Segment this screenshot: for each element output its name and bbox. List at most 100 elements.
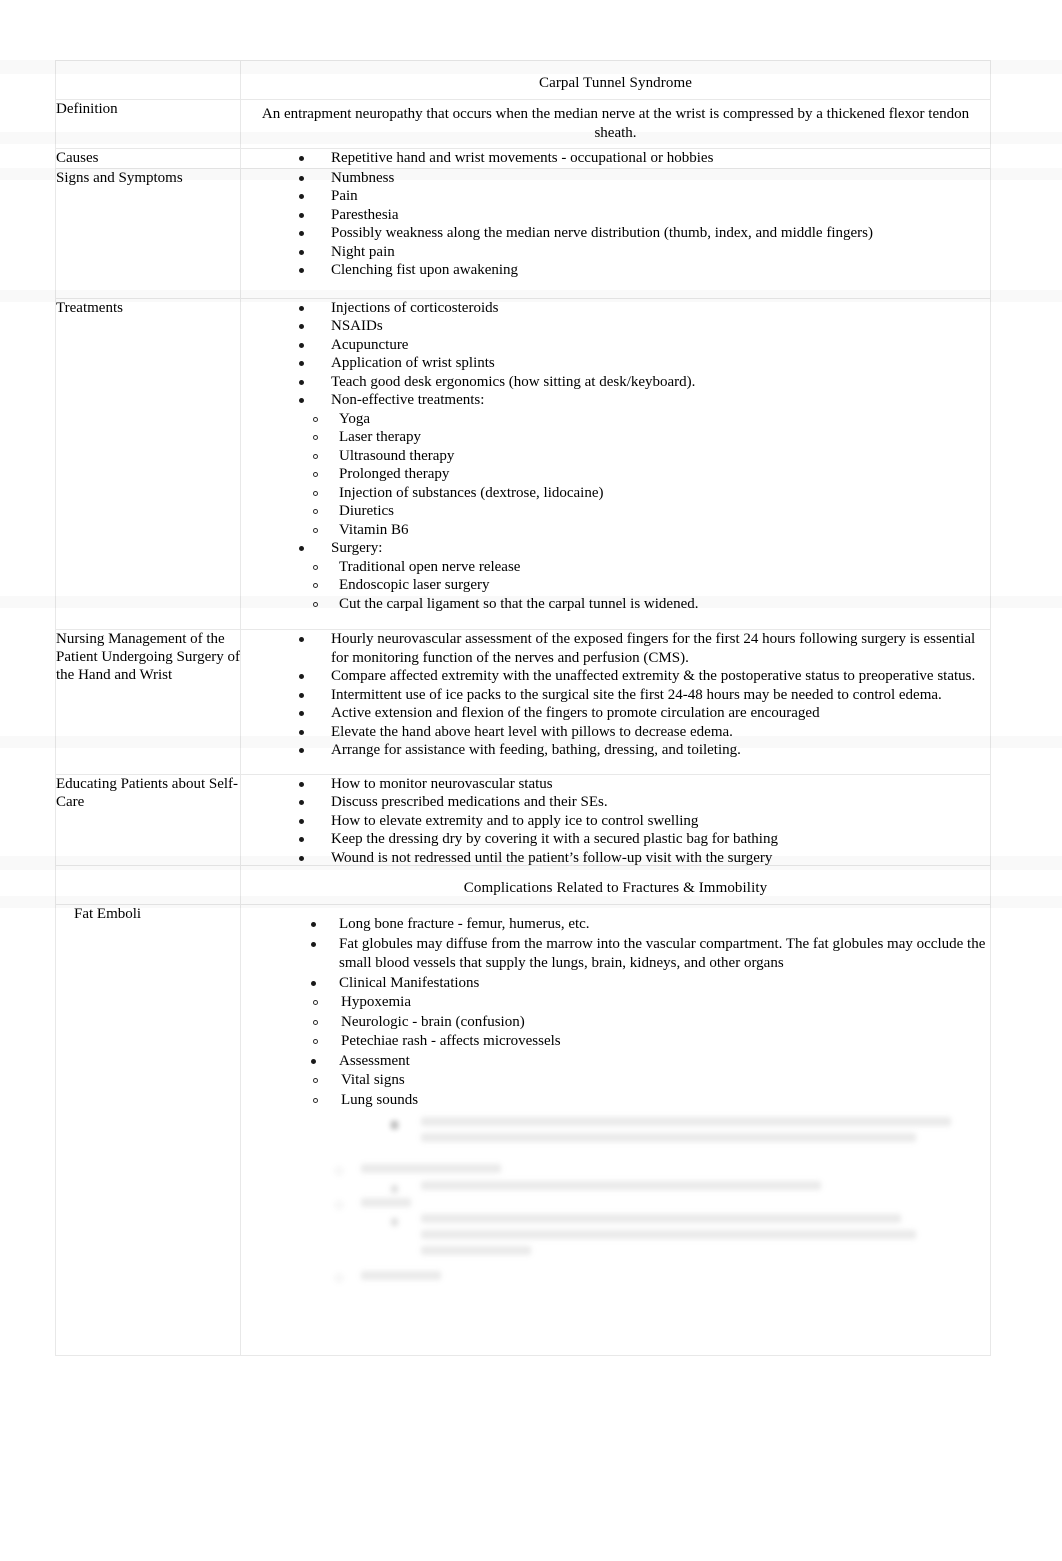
list-item-label: Surgery: xyxy=(331,540,383,556)
row-label-definition: Definition xyxy=(55,99,241,149)
list-item: NSAIDs xyxy=(299,317,990,336)
faded-block xyxy=(331,1181,951,1193)
bullet-disc-icon xyxy=(299,379,304,385)
bullet-disc-icon xyxy=(299,692,304,698)
table-complications-fractures-immobility: Complications Related to Fractures & Imm… xyxy=(55,865,991,1356)
row-content-definition: An entrapment neuropathy that occurs whe… xyxy=(240,99,991,149)
bullet-circle-icon xyxy=(313,1097,318,1103)
row-content-causes: Repetitive hand and wrist movements - oc… xyxy=(240,148,991,169)
list-item-label: Clenching fist upon awakening xyxy=(331,262,519,278)
bullet-circle-icon xyxy=(313,472,318,477)
list-item-label: Assessment xyxy=(339,1052,410,1069)
bullet-disc-icon xyxy=(299,800,304,805)
list-item-label: Application of wrist splints xyxy=(331,355,495,371)
bullet-disc-icon xyxy=(299,175,304,181)
faded-block xyxy=(331,1117,951,1142)
list-item: Surgery: xyxy=(299,539,990,558)
list-item: Hourly neurovascular assessment of the e… xyxy=(299,630,990,667)
list-item-label: Lung sounds xyxy=(341,1091,419,1108)
list-item: Application of wrist splints xyxy=(299,354,990,373)
row-content-nursing-management: Hourly neurovascular assessment of the e… xyxy=(240,629,991,775)
table-row: Fat Emboli Long bone fracture - femur, h… xyxy=(55,904,991,1356)
bullet-disc-icon xyxy=(299,637,304,642)
bullet-disc-icon xyxy=(311,941,316,947)
list-item-label: Vital signs xyxy=(341,1072,405,1088)
bullet-disc-icon xyxy=(299,781,304,787)
list-item: Injections of corticosteroids xyxy=(299,299,990,318)
table-header-row: Complications Related to Fractures & Imm… xyxy=(55,865,991,905)
row-label-signs-and-symptoms: Signs and Symptoms xyxy=(55,167,241,299)
list-item: Lung sounds xyxy=(313,1091,990,1111)
list-item-label: Discuss prescribed medications and their… xyxy=(331,794,608,810)
list-item: Fat globules may diffuse from the marrow… xyxy=(311,935,990,974)
table-header-row: Carpal Tunnel Syndrome xyxy=(55,60,991,100)
bullet-circle-icon xyxy=(313,1039,318,1044)
list-item-label: Cut the carpal ligament so that the carp… xyxy=(339,595,699,612)
list-item: Cut the carpal ligament so that the carp… xyxy=(313,595,990,614)
list-item: Night pain xyxy=(299,243,990,262)
bullet-disc-icon xyxy=(299,212,304,218)
bullet-circle-icon xyxy=(335,1274,343,1282)
list-item-label: Elevate the hand above heart level with … xyxy=(331,723,733,740)
list-item: How to monitor neurovascular status xyxy=(299,775,990,794)
row-label-nursing-management: Nursing Management of the Patient Underg… xyxy=(55,629,241,775)
list-item: Pain xyxy=(299,187,990,206)
list-item-label: Pain xyxy=(331,188,358,204)
list-item: Teach good desk ergonomics (how sitting … xyxy=(299,373,990,392)
header-blank-cell xyxy=(55,865,241,905)
bullet-disc-icon xyxy=(299,231,304,236)
table-row: Causes Repetitive hand and wrist movemen… xyxy=(55,148,991,169)
bullet-disc-icon xyxy=(299,711,304,716)
bullet-circle-icon xyxy=(313,509,318,514)
list-item-label: Prolonged therapy xyxy=(339,466,450,482)
bullet-list: Surgery: xyxy=(241,539,990,558)
faded-text-line xyxy=(421,1214,901,1223)
list-item-label: Compare affected extremity with the unaf… xyxy=(331,668,976,684)
list-item: Traditional open nerve release xyxy=(313,558,990,577)
list-item-label: Teach good desk ergonomics (how sitting … xyxy=(331,373,696,390)
list-item: Paresthesia xyxy=(299,206,990,225)
table-title: Complications Related to Fractures & Imm… xyxy=(463,880,768,896)
bullet-disc-icon xyxy=(299,855,304,861)
list-item-label: Arrange for assistance with feeding, bat… xyxy=(331,742,741,758)
list-item-label: Fat globules may diffuse from the marrow… xyxy=(339,935,986,972)
list-item-label: Hypoxemia xyxy=(341,994,411,1010)
list-item-label: Ultrasound therapy xyxy=(339,447,455,464)
list-item-label: Traditional open nerve release xyxy=(339,558,521,575)
bullet-list: How to monitor neurovascular status Disc… xyxy=(241,775,990,868)
bullet-circle-icon xyxy=(313,601,318,607)
faded-block xyxy=(331,1198,951,1209)
list-item: Possibly weakness along the median nerve… xyxy=(299,224,990,243)
bullet-list: Injections of corticosteroids NSAIDs Acu… xyxy=(241,299,990,410)
list-item: Active extension and flexion of the fing… xyxy=(299,704,990,723)
list-item: Discuss prescribed medications and their… xyxy=(299,793,990,812)
row-label-fat-emboli: Fat Emboli xyxy=(55,904,241,1356)
bullet-disc-icon xyxy=(311,922,316,927)
list-item: Elevate the hand above heart level with … xyxy=(299,723,990,742)
bullet-disc-icon xyxy=(299,249,304,255)
list-item-label: Hourly neurovascular assessment of the e… xyxy=(331,631,976,666)
list-item: Numbness xyxy=(299,169,990,188)
bullet-disc-icon xyxy=(299,837,304,842)
bullet-list: Long bone fracture - femur, humerus, etc… xyxy=(241,915,990,993)
bullet-list: Assessment xyxy=(241,1052,990,1072)
list-item-label: Acupuncture xyxy=(331,336,409,353)
bullet-circle-icon xyxy=(313,416,318,422)
list-item: Repetitive hand and wrist movements - oc… xyxy=(299,149,990,168)
bullet-circle-icon xyxy=(313,435,318,440)
bullet-disc-icon xyxy=(299,324,304,329)
list-item-label: Repetitive hand and wrist movements - oc… xyxy=(331,150,714,166)
list-item: Laser therapy xyxy=(313,428,990,447)
list-item: Endoscopic laser surgery xyxy=(313,576,990,595)
list-item-label: Vitamin B6 xyxy=(339,521,409,538)
faded-text-line xyxy=(421,1246,531,1255)
faded-text-line xyxy=(361,1271,441,1280)
list-item: Arrange for assistance with feeding, bat… xyxy=(299,741,990,760)
table-row: Treatments Injections of corticosteroids… xyxy=(55,297,991,630)
bullet-disc-icon xyxy=(311,1058,316,1064)
list-item-label: Petechiae rash - affects microvessels xyxy=(341,1033,561,1049)
list-item: Assessment xyxy=(311,1052,990,1072)
faded-text-line xyxy=(421,1133,916,1142)
list-item: Hypoxemia xyxy=(313,993,990,1013)
list-item: Compare affected extremity with the unaf… xyxy=(299,667,990,686)
